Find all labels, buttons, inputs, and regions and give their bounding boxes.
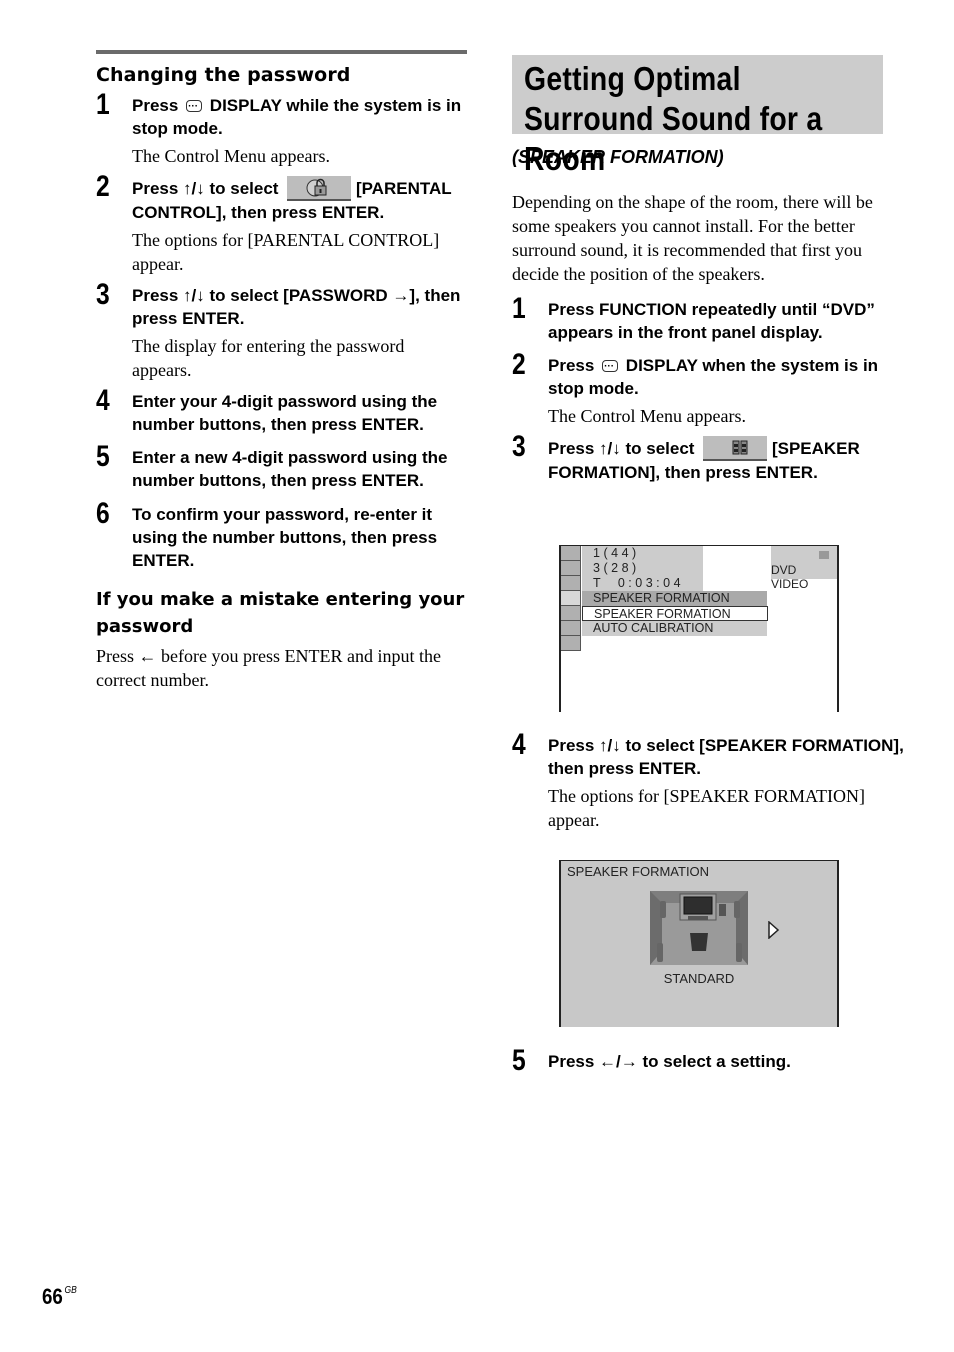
step-description: The display for entering the password ap… xyxy=(132,336,405,380)
step-description: The Control Menu appears. xyxy=(132,146,330,166)
media-type-badge: DVD VIDEO xyxy=(771,546,837,591)
step-number: 5 xyxy=(512,1044,526,1077)
speaker-formation-screen: SPEAKER FORMATION STANDARD xyxy=(559,860,839,1027)
menu-option[interactable]: AUTO CALIBRATION xyxy=(582,621,767,636)
menu-item-highlighted[interactable]: SPEAKER FORMATION xyxy=(582,591,767,606)
page-title: Getting Optimal Surround Sound for a Roo… xyxy=(524,60,823,177)
display-button-icon xyxy=(602,355,619,378)
step-instruction: Press ←/→ to select a setting. xyxy=(548,1052,791,1071)
chapter-info: 3(28) xyxy=(582,561,703,576)
step-instruction: Press ↑/↓ to select [PASSWORD →], then p… xyxy=(132,286,461,328)
step-number: 1 xyxy=(512,292,526,325)
disc-indicator-icon xyxy=(819,551,829,559)
menu-icon-slot xyxy=(561,546,581,561)
mistake-heading: If you make a mistake entering your pass… xyxy=(96,589,465,637)
menu-icon-slot xyxy=(561,621,581,636)
menu-icon-slot xyxy=(561,606,581,621)
left-column: Changing the password 1 Press DISPLAY wh… xyxy=(96,50,467,692)
step-number: 2 xyxy=(96,170,110,203)
speaker-formation-icon xyxy=(703,436,768,461)
section-rule xyxy=(96,50,467,54)
step-description: The options for [PARENTAL CONTROL] appea… xyxy=(132,230,440,274)
step-1: 1 Press DISPLAY while the system is in s… xyxy=(96,88,467,168)
region-code: GB xyxy=(64,1285,77,1296)
time-info: T 0:03:04 xyxy=(582,576,703,591)
step-number: 4 xyxy=(512,728,526,761)
step-number: 2 xyxy=(512,348,526,381)
step-instruction: Press ↑/↓ to select [PARENTAL CONTROL], … xyxy=(132,176,467,224)
intro-paragraph: Depending on the shape of the room, ther… xyxy=(512,192,873,284)
step-description: The options for [SPEAKER FORMATION] appe… xyxy=(548,786,865,830)
step-instruction: To confirm your password, re-enter it us… xyxy=(132,505,438,570)
step-2: 2 Press DISPLAY when the system is in st… xyxy=(512,348,883,428)
menu-icon-slot xyxy=(561,576,581,591)
step-3: 3 Press ↑/↓ to select [SPEAKER FORMATION… xyxy=(512,430,883,484)
menu-icon-slot xyxy=(561,561,581,576)
step-4: 4 Press ↑/↓ to select [SPEAKER FORMATION… xyxy=(512,728,919,832)
step-description: The Control Menu appears. xyxy=(548,406,746,426)
step-instruction: Press DISPLAY when the system is in stop… xyxy=(548,354,883,400)
section-title: Changing the password xyxy=(96,64,351,86)
step-number: 1 xyxy=(96,88,110,121)
setting-value: STANDARD xyxy=(663,971,735,986)
speaker-layout-image xyxy=(650,891,748,965)
step-5: 5 Press ←/→ to select a setting. xyxy=(512,1044,919,1077)
menu-icon-column xyxy=(561,546,581,651)
parental-control-lock-icon xyxy=(287,176,352,201)
step-1: 1 Press FUNCTION repeatedly until “DVD” … xyxy=(512,292,883,344)
menu-option-selected[interactable]: SPEAKER FORMATION xyxy=(582,606,768,621)
screen-header: SPEAKER FORMATION xyxy=(567,864,710,879)
step-3: 3 Press ↑/↓ to select [PASSWORD →], then… xyxy=(96,278,467,382)
step-instruction: Press DISPLAY while the system is in sto… xyxy=(132,94,467,140)
menu-icon-slot xyxy=(561,636,581,651)
step-number: 3 xyxy=(96,278,110,311)
page-number: 66 GB xyxy=(42,1284,77,1309)
control-menu-screen: 1(44) 3(28) T 0:03:04 SPEAKER FORMATION … xyxy=(559,545,839,712)
step-instruction: Press FUNCTION repeatedly until “DVD” ap… xyxy=(548,300,875,342)
title-banner: Getting Optimal Surround Sound for a Roo… xyxy=(512,55,883,177)
step-instruction: Enter your 4-digit password using the nu… xyxy=(132,392,438,434)
step-instruction: Press ↑/↓ to select [SPEAKER FORMATION],… xyxy=(548,736,904,778)
step-instruction: Press ↑/↓ to select [SPEAKER FORMATION],… xyxy=(548,436,883,484)
step-5: 5 Enter a new 4-digit password using the… xyxy=(96,440,467,492)
step-number: 6 xyxy=(96,497,110,530)
step-number: 5 xyxy=(96,440,110,473)
step-6: 6 To confirm your password, re-enter it … xyxy=(96,497,467,572)
next-setting-arrow-icon[interactable] xyxy=(768,920,780,944)
step-instruction: Enter a new 4-digit password using the n… xyxy=(132,448,448,490)
step-number: 4 xyxy=(96,384,110,417)
title-info: 1(44) xyxy=(582,546,703,561)
right-column: Getting Optimal Surround Sound for a Roo… xyxy=(512,55,883,484)
mistake-text: Press ← before you press ENTER and input… xyxy=(96,646,441,690)
step-4: 4 Enter your 4-digit password using the … xyxy=(96,384,467,436)
menu-icon-slot-selected xyxy=(561,591,581,606)
step-2: 2 Press ↑/↓ to select [PARENTAL CONTROL]… xyxy=(96,170,467,276)
step-number: 3 xyxy=(512,430,526,463)
display-button-icon xyxy=(186,95,203,118)
